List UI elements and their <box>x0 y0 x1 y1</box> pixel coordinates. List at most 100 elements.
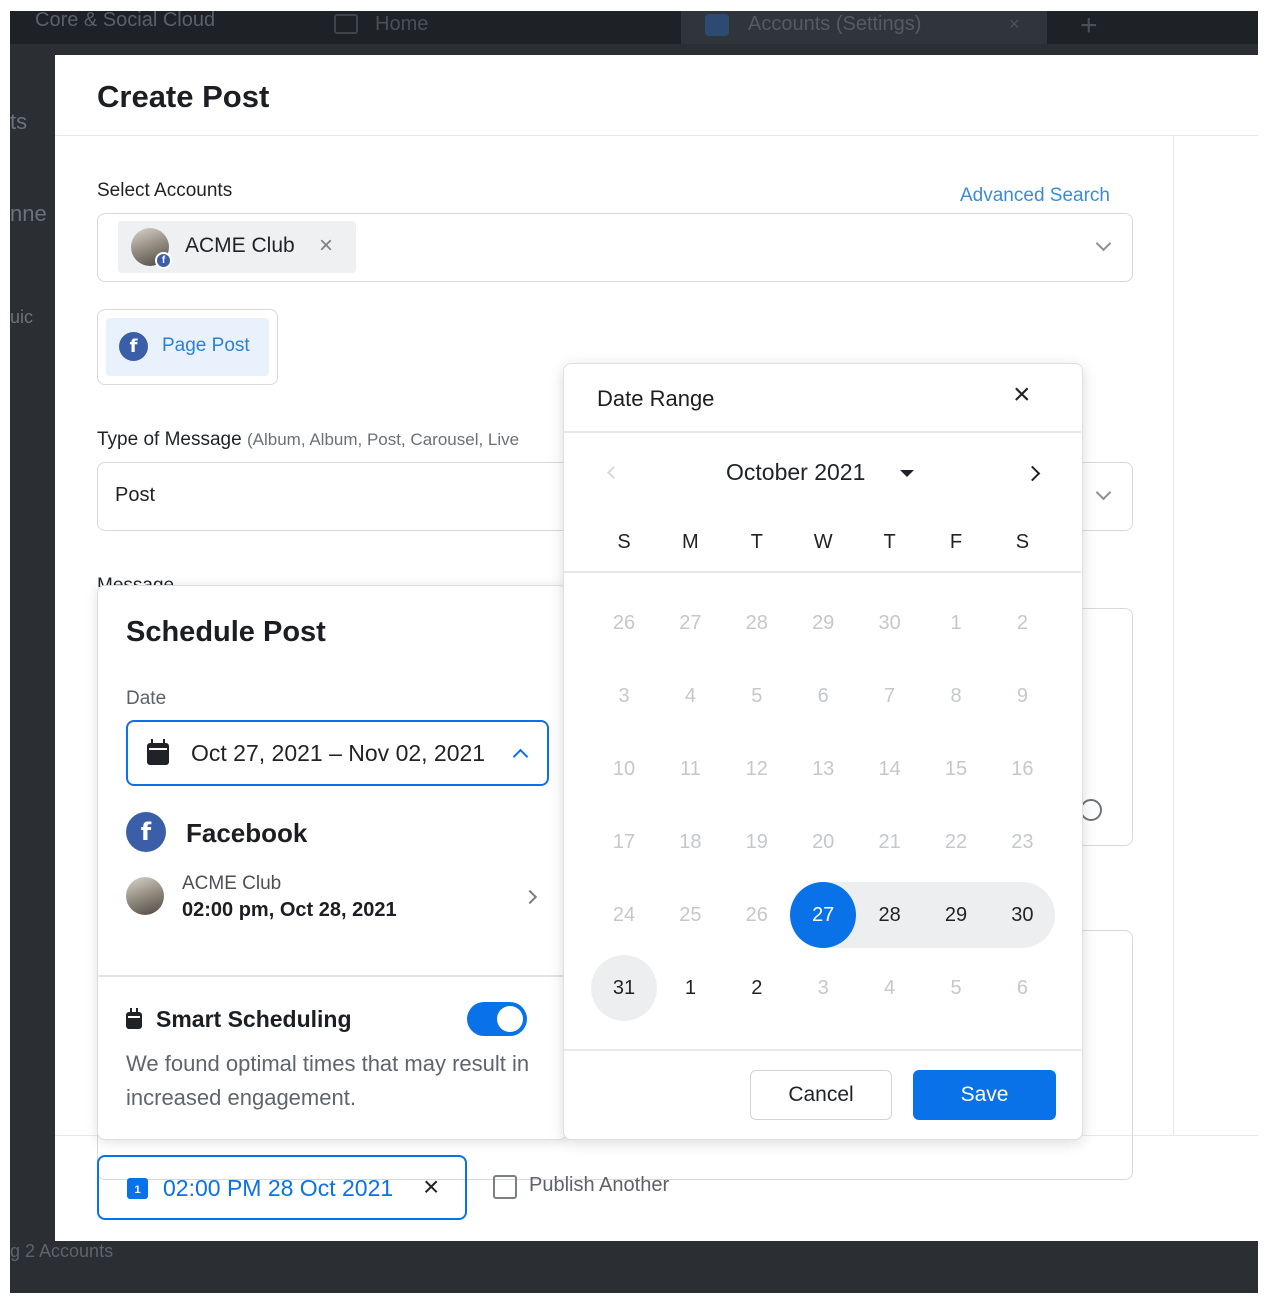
calendar-day[interactable]: 6 <box>790 663 856 729</box>
calendar-day[interactable]: 15 <box>923 736 989 802</box>
chevron-right-icon[interactable] <box>522 889 538 905</box>
calendar-icon <box>147 739 169 765</box>
calendar-day[interactable]: 26 <box>591 590 657 656</box>
new-tab-button[interactable]: + <box>1080 11 1098 43</box>
next-month-icon[interactable] <box>1024 465 1041 482</box>
calendar-day[interactable]: 29 <box>923 882 989 948</box>
date-range-popover: Date Range × October 2021 Cancel Save S M… <box>563 363 1083 1140</box>
calendar-day[interactable]: 30 <box>989 882 1055 948</box>
avatar: f <box>131 228 172 269</box>
weekday-label: W <box>813 531 833 553</box>
account-name: ACME Club <box>182 873 282 894</box>
calendar-day[interactable]: 17 <box>591 809 657 875</box>
weekday-label: M <box>682 531 699 553</box>
accounts-select[interactable]: f ACME Club × <box>97 213 1133 282</box>
month-label[interactable]: October 2021 <box>726 459 865 486</box>
calendar-day[interactable]: 4 <box>857 955 923 1021</box>
calendar-day[interactable]: 8 <box>923 663 989 729</box>
calendar-day[interactable]: 2 <box>989 590 1055 656</box>
close-icon[interactable]: × <box>1013 378 1031 412</box>
create-post-modal: Create Post Select Accounts Advanced Sea… <box>55 55 1258 1241</box>
calendar-day[interactable]: 25 <box>657 882 723 948</box>
save-button[interactable]: Save <box>913 1070 1056 1120</box>
type-of-message-label: Type of Message (Album, Album, Post, Car… <box>97 429 519 451</box>
smart-scheduling-toggle[interactable] <box>467 1002 527 1036</box>
calendar-day[interactable]: 5 <box>724 663 790 729</box>
chevron-down-icon[interactable] <box>1095 484 1112 501</box>
calendar-day[interactable]: 23 <box>989 809 1055 875</box>
calendar-day[interactable]: 29 <box>790 590 856 656</box>
clear-time-icon[interactable]: × <box>423 1171 439 1203</box>
calendar-day[interactable]: 19 <box>724 809 790 875</box>
calendar-day[interactable]: 24 <box>591 882 657 948</box>
calendar-day[interactable]: 20 <box>790 809 856 875</box>
calendar-day[interactable]: 28 <box>724 590 790 656</box>
divider <box>564 571 1081 573</box>
calendar-day[interactable]: 28 <box>857 882 923 948</box>
network-name: Facebook <box>186 818 308 848</box>
calendar-day[interactable]: 10 <box>591 736 657 802</box>
home-tab[interactable]: Home <box>375 11 428 37</box>
prev-month-icon[interactable] <box>607 466 620 479</box>
month-dropdown-icon[interactable] <box>900 470 914 477</box>
scheduled-time-chip[interactable]: 1 02:00 PM 28 Oct 2021 × <box>97 1155 467 1220</box>
calendar-day[interactable]: 26 <box>724 882 790 948</box>
date-range-field[interactable]: Oct 27, 2021 – Nov 02, 2021 <box>126 720 549 786</box>
calendar-day[interactable]: 14 <box>857 736 923 802</box>
publish-another-checkbox[interactable] <box>493 1175 517 1199</box>
chevron-up-icon[interactable] <box>512 748 529 765</box>
calendar-day[interactable]: 22 <box>923 809 989 875</box>
toggle-knob <box>497 1006 523 1032</box>
calendar-day[interactable]: 1 <box>923 590 989 656</box>
scheduled-time-label: 02:00 PM 28 Oct 2021 <box>163 1175 394 1201</box>
calendar-day[interactable]: 3 <box>591 663 657 729</box>
avatar <box>126 877 164 915</box>
emoji-icon[interactable] <box>1080 799 1102 821</box>
calendar-day[interactable]: 5 <box>923 955 989 1021</box>
schedule-title: Schedule Post <box>126 616 326 648</box>
date-range-title: Date Range <box>597 386 715 411</box>
calendar-day[interactable]: 4 <box>657 663 723 729</box>
calendar-day[interactable]: 31 <box>591 955 657 1021</box>
calendar-day[interactable]: 12 <box>724 736 790 802</box>
calendar-day[interactable]: 30 <box>857 590 923 656</box>
weekday-label: S <box>1015 531 1030 553</box>
weekday-label: F <box>949 531 963 553</box>
calendar-day[interactable]: 11 <box>657 736 723 802</box>
side-fragment: ts <box>10 109 28 134</box>
tab-close-icon[interactable]: × <box>1009 11 1020 37</box>
modal-title: Create Post <box>97 79 270 114</box>
calendar-day[interactable]: 9 <box>989 663 1055 729</box>
weekday-label: T <box>750 531 763 553</box>
advanced-search-link[interactable]: Advanced Search <box>960 185 1110 207</box>
weekday-label: S <box>617 531 631 553</box>
calendar-day[interactable]: 18 <box>657 809 723 875</box>
remove-chip-icon[interactable]: × <box>319 232 333 260</box>
calendar-day[interactable]: 13 <box>790 736 856 802</box>
date-label: Date <box>126 688 167 709</box>
side-fragment: nne <box>10 201 47 226</box>
page-post-button[interactable]: f Page Post <box>106 318 269 376</box>
calendar-day[interactable]: 16 <box>989 736 1055 802</box>
page-post-label: Page Post <box>162 335 250 356</box>
publish-another-label: Publish Another <box>529 1174 670 1196</box>
app-background: Core & Social Cloud Home Accounts (Setti… <box>10 11 1258 1293</box>
chevron-down-icon[interactable] <box>1095 235 1112 252</box>
calendar-day[interactable]: 27 <box>657 590 723 656</box>
calendar-day[interactable]: 7 <box>857 663 923 729</box>
smart-scheduling-description: We found optimal times that may result i… <box>126 1051 530 1110</box>
cancel-button[interactable]: Cancel <box>750 1070 892 1120</box>
calendar-day[interactable]: 27 <box>790 882 857 948</box>
top-bar: Core & Social Cloud Home Accounts (Setti… <box>10 11 1258 44</box>
bottom-status: g 2 Accounts <box>10 1241 114 1261</box>
workspace-switcher[interactable]: Core & Social Cloud <box>35 11 215 30</box>
calendar-day[interactable]: 1 <box>657 955 723 1021</box>
calendar-day[interactable]: 3 <box>790 955 856 1021</box>
calendar-day[interactable]: 6 <box>989 955 1055 1021</box>
divider <box>564 431 1081 433</box>
tab-accounts-settings[interactable]: Accounts (Settings) × <box>681 11 1047 44</box>
date-range-value: Oct 27, 2021 – Nov 02, 2021 <box>191 740 486 766</box>
weekday-label: T <box>883 531 896 553</box>
calendar-day[interactable]: 21 <box>857 809 923 875</box>
calendar-day[interactable]: 2 <box>724 955 790 1021</box>
